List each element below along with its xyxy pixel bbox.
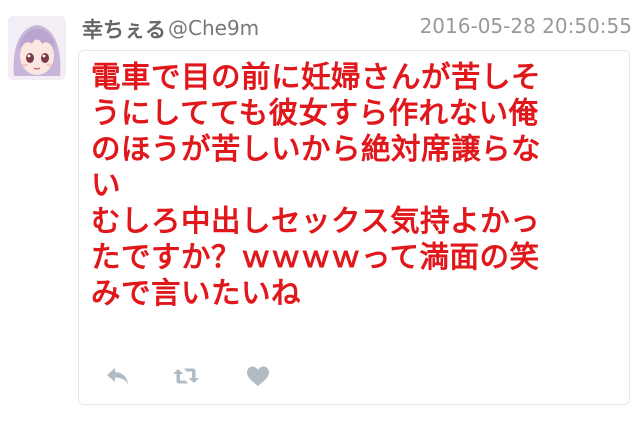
retweet-button[interactable] <box>169 361 203 391</box>
tweet-text-line: たですか？ｗｗｗｗって満面の笑 <box>91 240 540 274</box>
tweet-text-line: みで言いたいね <box>91 276 302 310</box>
tweet-text-line: うにしてても彼女すら作れない俺 <box>91 96 539 130</box>
like-button[interactable] <box>241 361 275 391</box>
avatar-illustration <box>8 16 66 80</box>
display-name[interactable]: 幸ちぇる <box>82 14 166 44</box>
avatar[interactable] <box>8 16 66 80</box>
like-icon <box>247 366 269 386</box>
tweet-text-line: い <box>91 168 122 202</box>
tweet-actions <box>101 361 401 391</box>
tweet-card: 電車で目の前に妊婦さんが苦しそ うにしてても彼女すら作れない俺 のほうが苦しいか… <box>78 50 630 405</box>
tweet-text: 電車で目の前に妊婦さんが苦しそ うにしてても彼女すら作れない俺 のほうが苦しいか… <box>91 59 621 311</box>
reply-icon <box>107 368 128 384</box>
tweet-text-line: 電車で目の前に妊婦さんが苦しそ <box>91 60 542 94</box>
timestamp[interactable]: 2016-05-28 20:50:55 <box>420 14 632 38</box>
tweet-text-line: のほうが苦しいから絶対席譲らな <box>91 132 542 166</box>
reply-button[interactable] <box>101 361 135 391</box>
tweet-text-line: むしろ中出しセックス気持よかっ <box>91 204 541 238</box>
user-handle[interactable]: @Che9m <box>168 16 259 40</box>
tweet-header: 幸ちぇる @Che9m 2016-05-28 20:50:55 <box>82 12 632 44</box>
retweet-icon <box>173 368 199 384</box>
